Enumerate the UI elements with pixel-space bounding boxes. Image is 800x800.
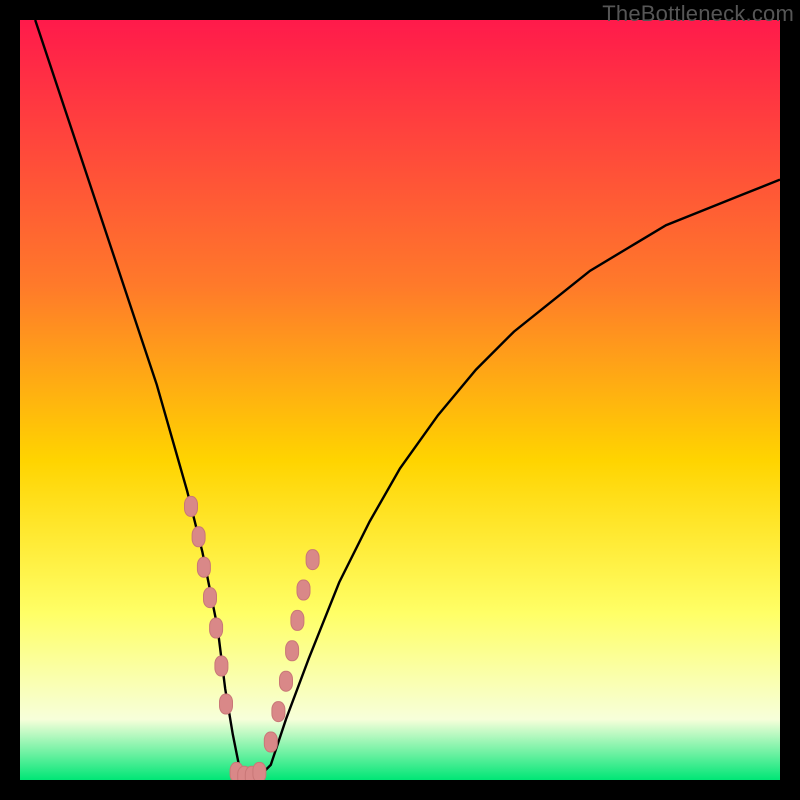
marker-dot	[215, 656, 228, 676]
marker-dot	[192, 527, 205, 547]
marker-dot	[286, 641, 299, 661]
marker-dot	[297, 580, 310, 600]
marker-dot	[197, 557, 210, 577]
marker-dot	[210, 618, 223, 638]
marker-dot	[291, 610, 304, 630]
marker-dot	[220, 694, 233, 714]
marker-dot	[204, 588, 217, 608]
gradient-bg	[20, 20, 780, 780]
marker-dot	[253, 762, 266, 780]
marker-dot	[272, 702, 285, 722]
chart-frame	[20, 20, 780, 780]
marker-dot	[280, 671, 293, 691]
marker-dot	[185, 496, 198, 516]
marker-dot	[264, 732, 277, 752]
watermark-text: TheBottleneck.com	[602, 1, 794, 27]
marker-dot	[306, 550, 319, 570]
bottleneck-chart	[20, 20, 780, 780]
